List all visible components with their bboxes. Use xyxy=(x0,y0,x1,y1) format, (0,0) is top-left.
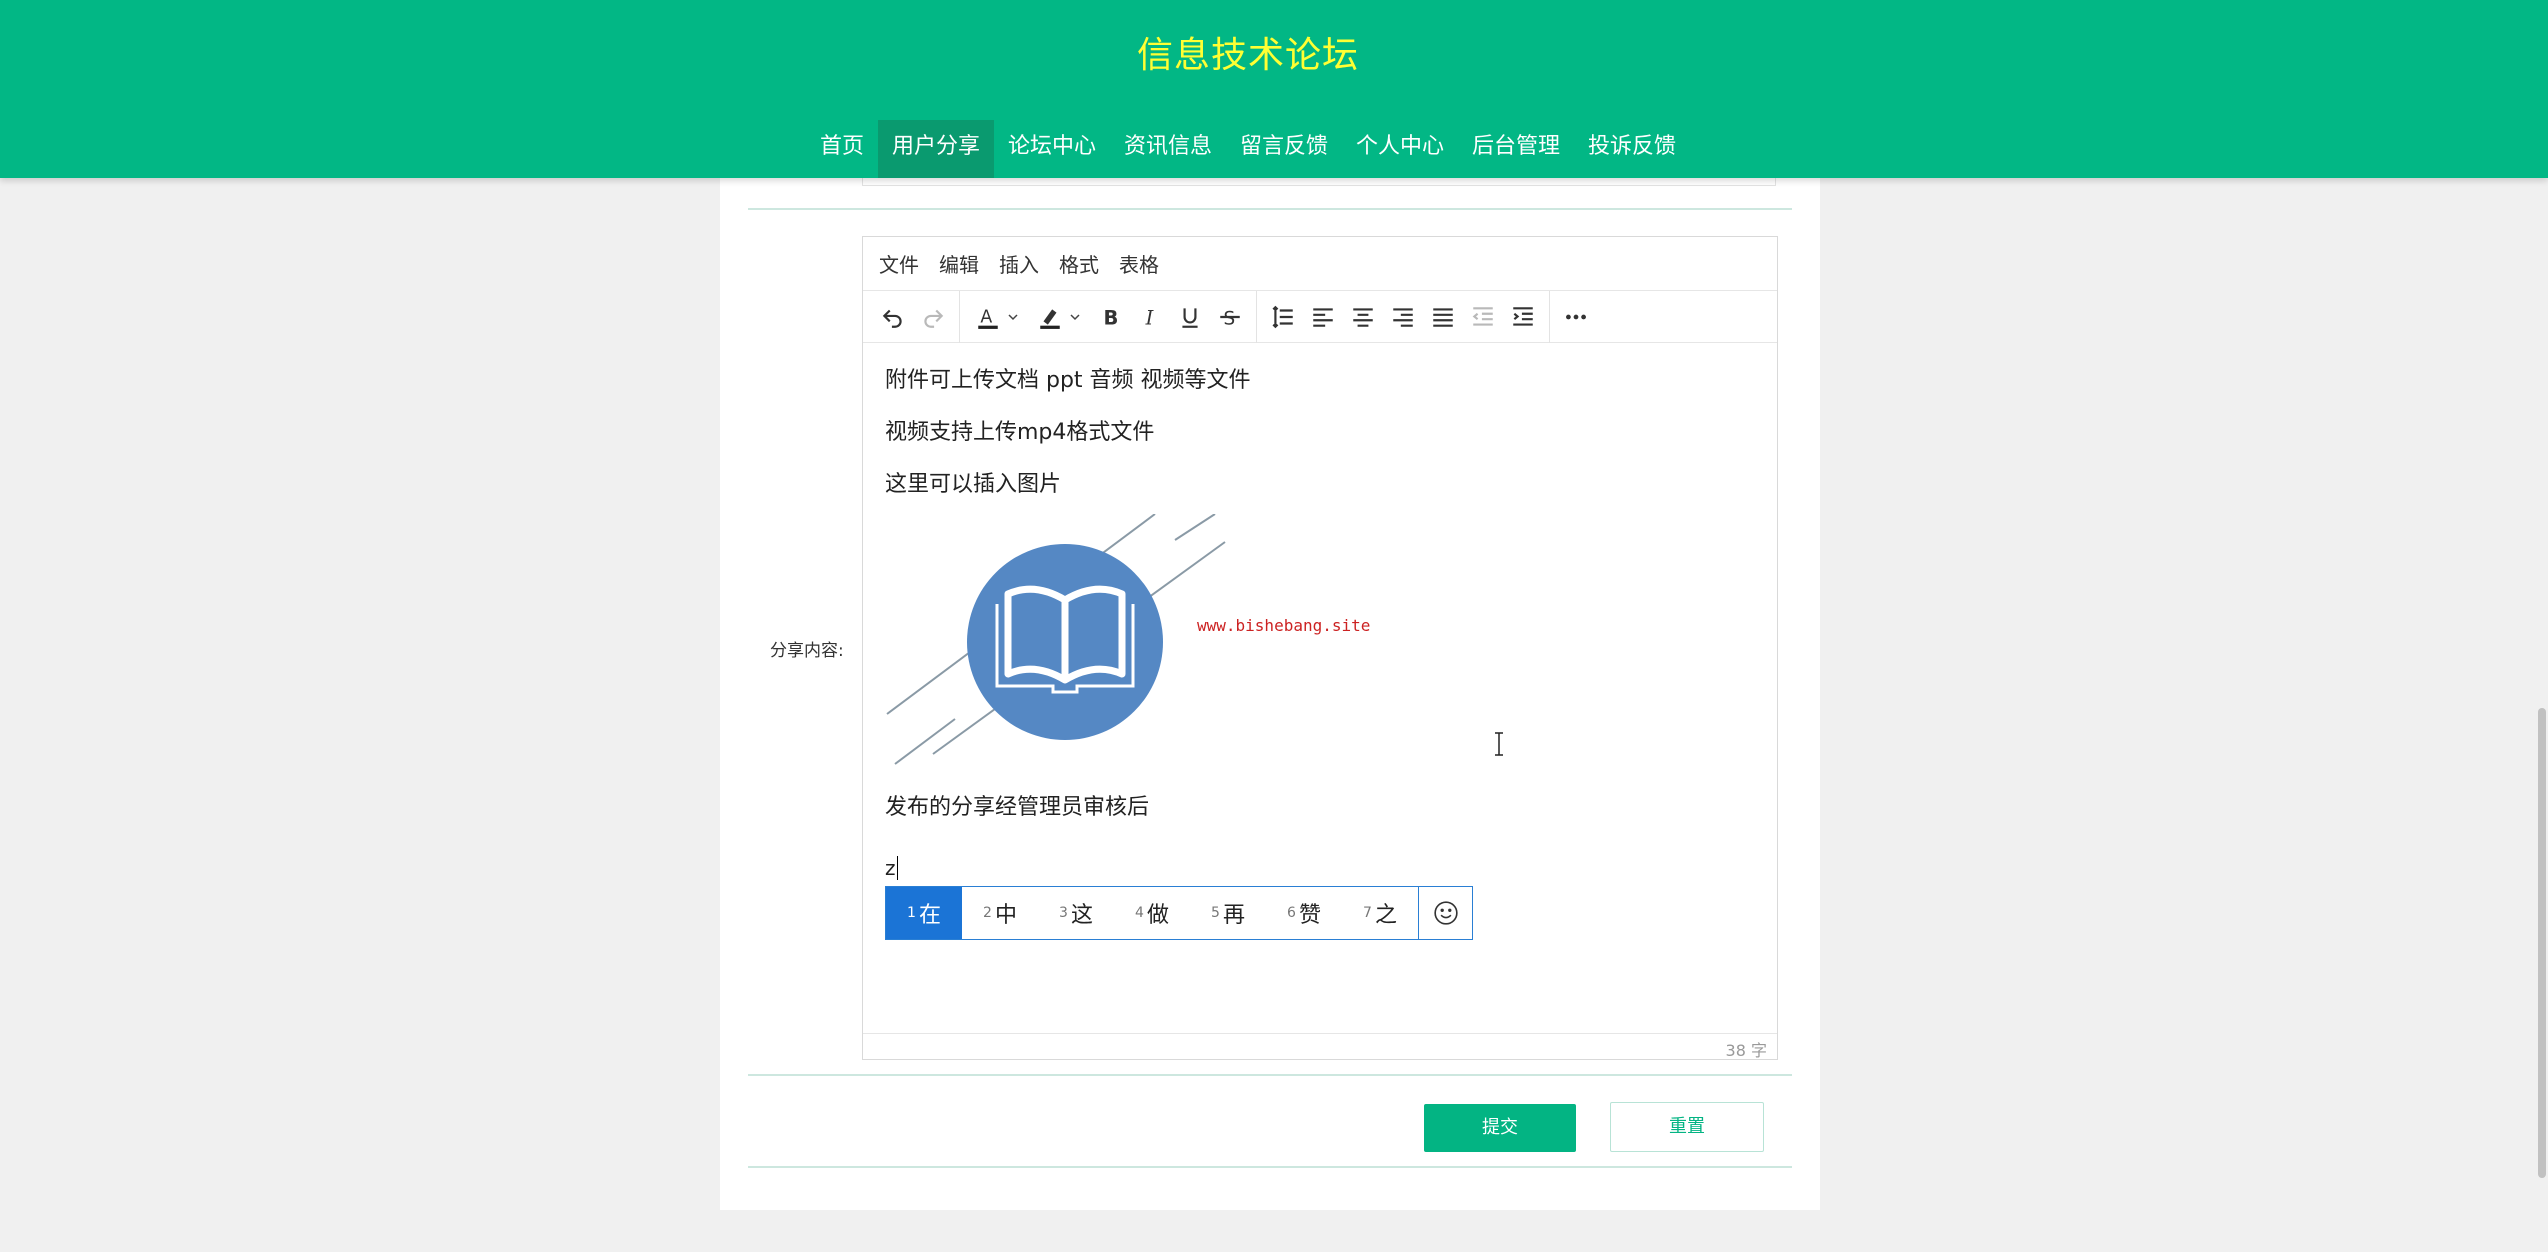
divider xyxy=(748,1074,1792,1076)
previous-field-edge xyxy=(862,178,1776,186)
align-justify-icon[interactable] xyxy=(1423,297,1463,337)
bold-icon[interactable]: B xyxy=(1090,297,1130,337)
svg-text:B: B xyxy=(1104,306,1119,329)
nav-news[interactable]: 资讯信息 xyxy=(1110,120,1226,178)
align-center-icon[interactable] xyxy=(1343,297,1383,337)
content-paragraph: 这里可以插入图片 xyxy=(885,472,1062,497)
menu-format[interactable]: 格式 xyxy=(1059,249,1099,278)
smiley-icon[interactable] xyxy=(1418,887,1472,939)
indent-icon[interactable] xyxy=(1503,297,1543,337)
redo-icon[interactable] xyxy=(913,297,953,337)
svg-text:A: A xyxy=(980,307,992,327)
site-header: 信息技术论坛 首页 用户分享 论坛中心 资讯信息 留言反馈 个人中心 后台管理 … xyxy=(0,0,2548,178)
ime-candidate[interactable]: 1在 xyxy=(886,887,962,939)
menu-insert[interactable]: 插入 xyxy=(999,249,1039,278)
form-card: 分享内容: 文件 编辑 插入 格式 表格 A B I S 附件可上传文档 ppt… xyxy=(720,178,1820,1210)
outdent-icon[interactable] xyxy=(1463,297,1503,337)
content-paragraph: 发布的分享经管理员审核后 xyxy=(885,795,1150,820)
ime-candidate[interactable]: 5再 xyxy=(1190,887,1266,939)
word-count: 38 字 xyxy=(1725,1041,1767,1060)
svg-text:I: I xyxy=(1145,306,1155,329)
scrollbar-thumb[interactable] xyxy=(2538,708,2546,1178)
ime-candidate[interactable]: 6赞 xyxy=(1266,887,1342,939)
content-paragraph: 附件可上传文档 ppt 音频 视频等文件 xyxy=(885,368,1251,393)
rich-text-editor: 文件 编辑 插入 格式 表格 A B I S 附件可上传文档 ppt 音频 视频… xyxy=(862,236,1778,1060)
content-label: 分享内容: xyxy=(770,641,844,661)
menu-table[interactable]: 表格 xyxy=(1119,249,1159,278)
inserted-image[interactable]: www.bishebang.site xyxy=(885,513,1385,774)
reset-button[interactable]: 重置 xyxy=(1610,1102,1764,1152)
typing-text: z xyxy=(885,856,898,880)
ime-candidate[interactable]: 2中 xyxy=(962,887,1038,939)
ime-candidate[interactable]: 7之 xyxy=(1342,887,1418,939)
divider xyxy=(748,208,1792,210)
nav-forum[interactable]: 论坛中心 xyxy=(994,120,1110,178)
ime-candidate[interactable]: 3这 xyxy=(1038,887,1114,939)
strikethrough-icon[interactable]: S xyxy=(1210,297,1250,337)
ime-candidate-bar: 1在 2中 3这 4做 5再 6赞 7之 xyxy=(885,886,1473,940)
image-watermark: www.bishebang.site xyxy=(1197,616,1370,635)
underline-icon[interactable] xyxy=(1170,297,1210,337)
italic-icon[interactable]: I xyxy=(1130,297,1170,337)
nav-message[interactable]: 留言反馈 xyxy=(1226,120,1342,178)
undo-icon[interactable] xyxy=(873,297,913,337)
more-icon[interactable] xyxy=(1556,297,1596,337)
align-left-icon[interactable] xyxy=(1303,297,1343,337)
divider xyxy=(748,1166,1792,1168)
nav-complaint[interactable]: 投诉反馈 xyxy=(1574,120,1690,178)
svg-text:S: S xyxy=(1224,308,1236,329)
submit-button[interactable]: 提交 xyxy=(1424,1104,1576,1152)
site-title: 信息技术论坛 xyxy=(1136,35,1359,76)
nav-user-share[interactable]: 用户分享 xyxy=(877,120,994,178)
editor-toolbar: A B I S xyxy=(863,290,1777,343)
text-cursor-icon xyxy=(1495,732,1503,756)
nav-profile[interactable]: 个人中心 xyxy=(1342,120,1458,178)
content-paragraph: 视频支持上传mp4格式文件 xyxy=(885,420,1155,445)
ime-candidate[interactable]: 4做 xyxy=(1114,887,1190,939)
line-height-icon[interactable] xyxy=(1263,297,1303,337)
nav-home[interactable]: 首页 xyxy=(806,120,878,178)
menu-file[interactable]: 文件 xyxy=(879,249,919,278)
editor-statusbar: 38 字 xyxy=(863,1033,1777,1060)
align-right-icon[interactable] xyxy=(1383,297,1423,337)
text-color-icon[interactable]: A xyxy=(966,297,1028,337)
main-nav: 首页 用户分享 论坛中心 资讯信息 留言反馈 个人中心 后台管理 投诉反馈 xyxy=(0,120,2496,178)
editor-menubar: 文件 编辑 插入 格式 表格 xyxy=(863,237,1777,291)
menu-edit[interactable]: 编辑 xyxy=(939,249,979,278)
editor-content[interactable]: 附件可上传文档 ppt 音频 视频等文件 视频支持上传mp4格式文件 这里可以插… xyxy=(863,344,1777,1034)
nav-admin[interactable]: 后台管理 xyxy=(1458,120,1574,178)
highlight-color-icon[interactable] xyxy=(1028,297,1090,337)
